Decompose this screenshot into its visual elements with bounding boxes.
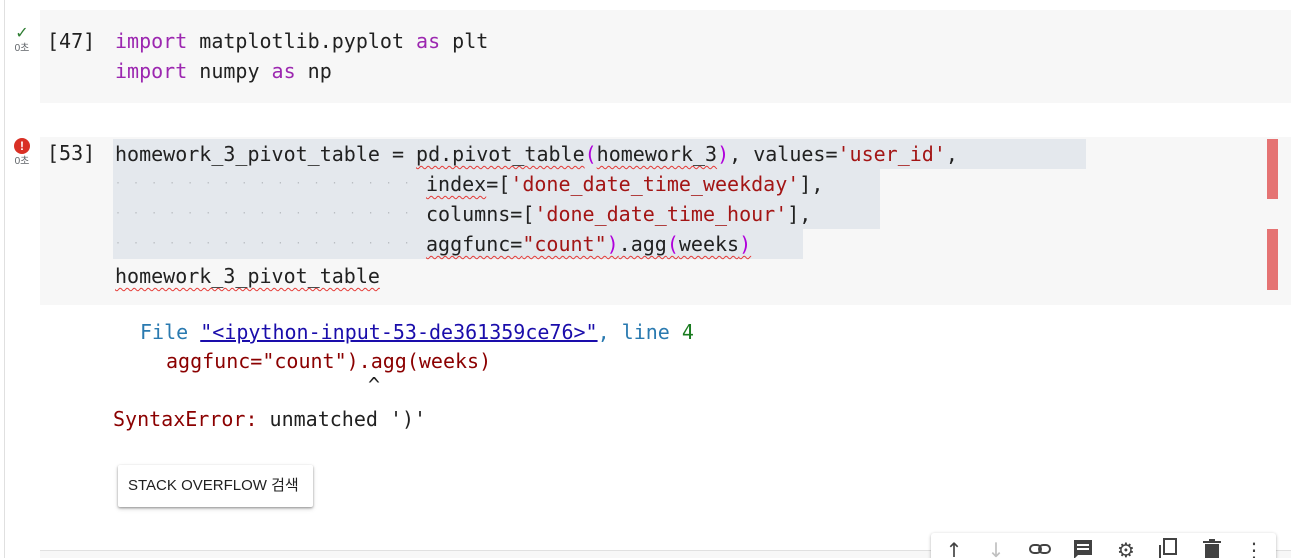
- method-name: .agg: [618, 232, 667, 256]
- cell-toolbar: ↑ ↓ ⚙ ⋮: [931, 533, 1276, 558]
- left-rule: [4, 0, 5, 558]
- indent-whitespace-dots: · · · · · · · · · · · · · · · · · · · · …: [115, 178, 413, 189]
- keyword-arg: index: [426, 172, 487, 196]
- string-literal: "count": [522, 232, 607, 256]
- cell-53-code-line-3[interactable]: columns=['done_date_time_hour'],: [426, 199, 811, 229]
- function-name: pd.pivot_table: [416, 142, 585, 166]
- trash-icon[interactable]: [1199, 537, 1225, 558]
- line-number: 4: [681, 320, 694, 344]
- traceback-source-line: aggfunc="count").agg(weeks): [166, 349, 492, 373]
- cell-53-code-line-4[interactable]: aggfunc="count").agg(weeks): [426, 229, 751, 259]
- link-icon[interactable]: [1027, 537, 1053, 558]
- alias: np: [295, 59, 332, 83]
- variable: homework_3_pivot_table: [115, 264, 380, 288]
- punctuation: ],: [787, 202, 812, 226]
- cell-53-code-line-2[interactable]: index=['done_date_time_weekday'],: [426, 169, 823, 199]
- stack-overflow-search-button[interactable]: STACK OVERFLOW 검색: [118, 465, 313, 507]
- error-text: unmatched ')': [257, 407, 427, 431]
- variable: homework_3_pivot_table: [115, 142, 380, 166]
- check-icon: ✓: [15, 25, 29, 42]
- string-literal: 'user_id': [837, 142, 946, 166]
- keyword-arg: , values=: [729, 142, 838, 166]
- traceback-file-link[interactable]: "<ipython-input-53-de361359ce76>": [200, 320, 597, 344]
- traceback-file-line: File "<ipython-input-53-de361359ce76>", …: [140, 317, 694, 347]
- module-name: matplotlib.pyplot: [187, 29, 417, 53]
- cell-47-exec-count: [47]: [47, 29, 96, 53]
- string-literal: 'done_date_time_hour': [534, 202, 788, 226]
- paren: ): [739, 232, 752, 256]
- cell-53-status[interactable]: ! 0초: [10, 137, 34, 168]
- keyword: import: [115, 29, 188, 53]
- keyword-arg: aggfunc=: [426, 232, 523, 256]
- argument: homework_3: [596, 142, 718, 166]
- cell-47-elapsed: 0초: [14, 43, 30, 54]
- keyword: import: [115, 59, 188, 83]
- gear-icon[interactable]: ⚙: [1113, 537, 1139, 558]
- cell-53-elapsed: 0초: [14, 156, 30, 167]
- indent-whitespace-dots: · · · · · · · · · · · · · · · · · · · · …: [115, 208, 413, 219]
- keyword-arg: columns: [426, 202, 511, 226]
- cell-53-exec-count: [53]: [47, 141, 96, 165]
- traceback-caret: ^: [368, 373, 381, 397]
- operator: =[: [510, 202, 535, 226]
- file-label: File: [140, 320, 201, 344]
- line-label: , line: [597, 320, 682, 344]
- arrow-up-icon[interactable]: ↑: [941, 537, 967, 558]
- arrow-down-icon[interactable]: ↓: [983, 537, 1009, 558]
- error-message: SyntaxError: unmatched ')': [113, 404, 426, 434]
- keyword: as: [416, 29, 441, 53]
- cell-47-status[interactable]: ✓ 0초: [10, 26, 34, 55]
- string-literal: 'done_date_time_weekday': [510, 172, 800, 196]
- error-marker: [1267, 139, 1278, 199]
- punctuation: ,: [945, 142, 958, 166]
- operator: =: [379, 142, 417, 166]
- cell-47-code-line-1[interactable]: import matplotlib.pyplot as plt: [115, 26, 488, 56]
- module-name: numpy: [187, 59, 272, 83]
- indent-whitespace-dots: · · · · · · · · · · · · · · · · · · · · …: [115, 238, 413, 249]
- cell-47-code-line-2[interactable]: import numpy as np: [115, 56, 332, 86]
- mirror-cell-icon[interactable]: [1155, 537, 1181, 558]
- error-marker: [1267, 229, 1278, 290]
- alias: plt: [440, 29, 489, 53]
- error-type: SyntaxError:: [113, 407, 258, 431]
- more-vert-icon[interactable]: ⋮: [1241, 537, 1267, 558]
- cell-53-code-line-5[interactable]: homework_3_pivot_table: [115, 261, 380, 291]
- comment-icon[interactable]: [1070, 537, 1096, 558]
- cell-53-code-line-1[interactable]: homework_3_pivot_table = pd.pivot_table(…: [115, 139, 958, 169]
- keyword: as: [271, 59, 296, 83]
- error-icon: !: [14, 138, 30, 154]
- paren: (: [666, 232, 679, 256]
- paren: ): [606, 232, 619, 256]
- operator: =[: [486, 172, 511, 196]
- argument: weeks: [678, 232, 740, 256]
- paren: (: [584, 142, 597, 166]
- punctuation: ],: [799, 172, 824, 196]
- paren: ): [717, 142, 730, 166]
